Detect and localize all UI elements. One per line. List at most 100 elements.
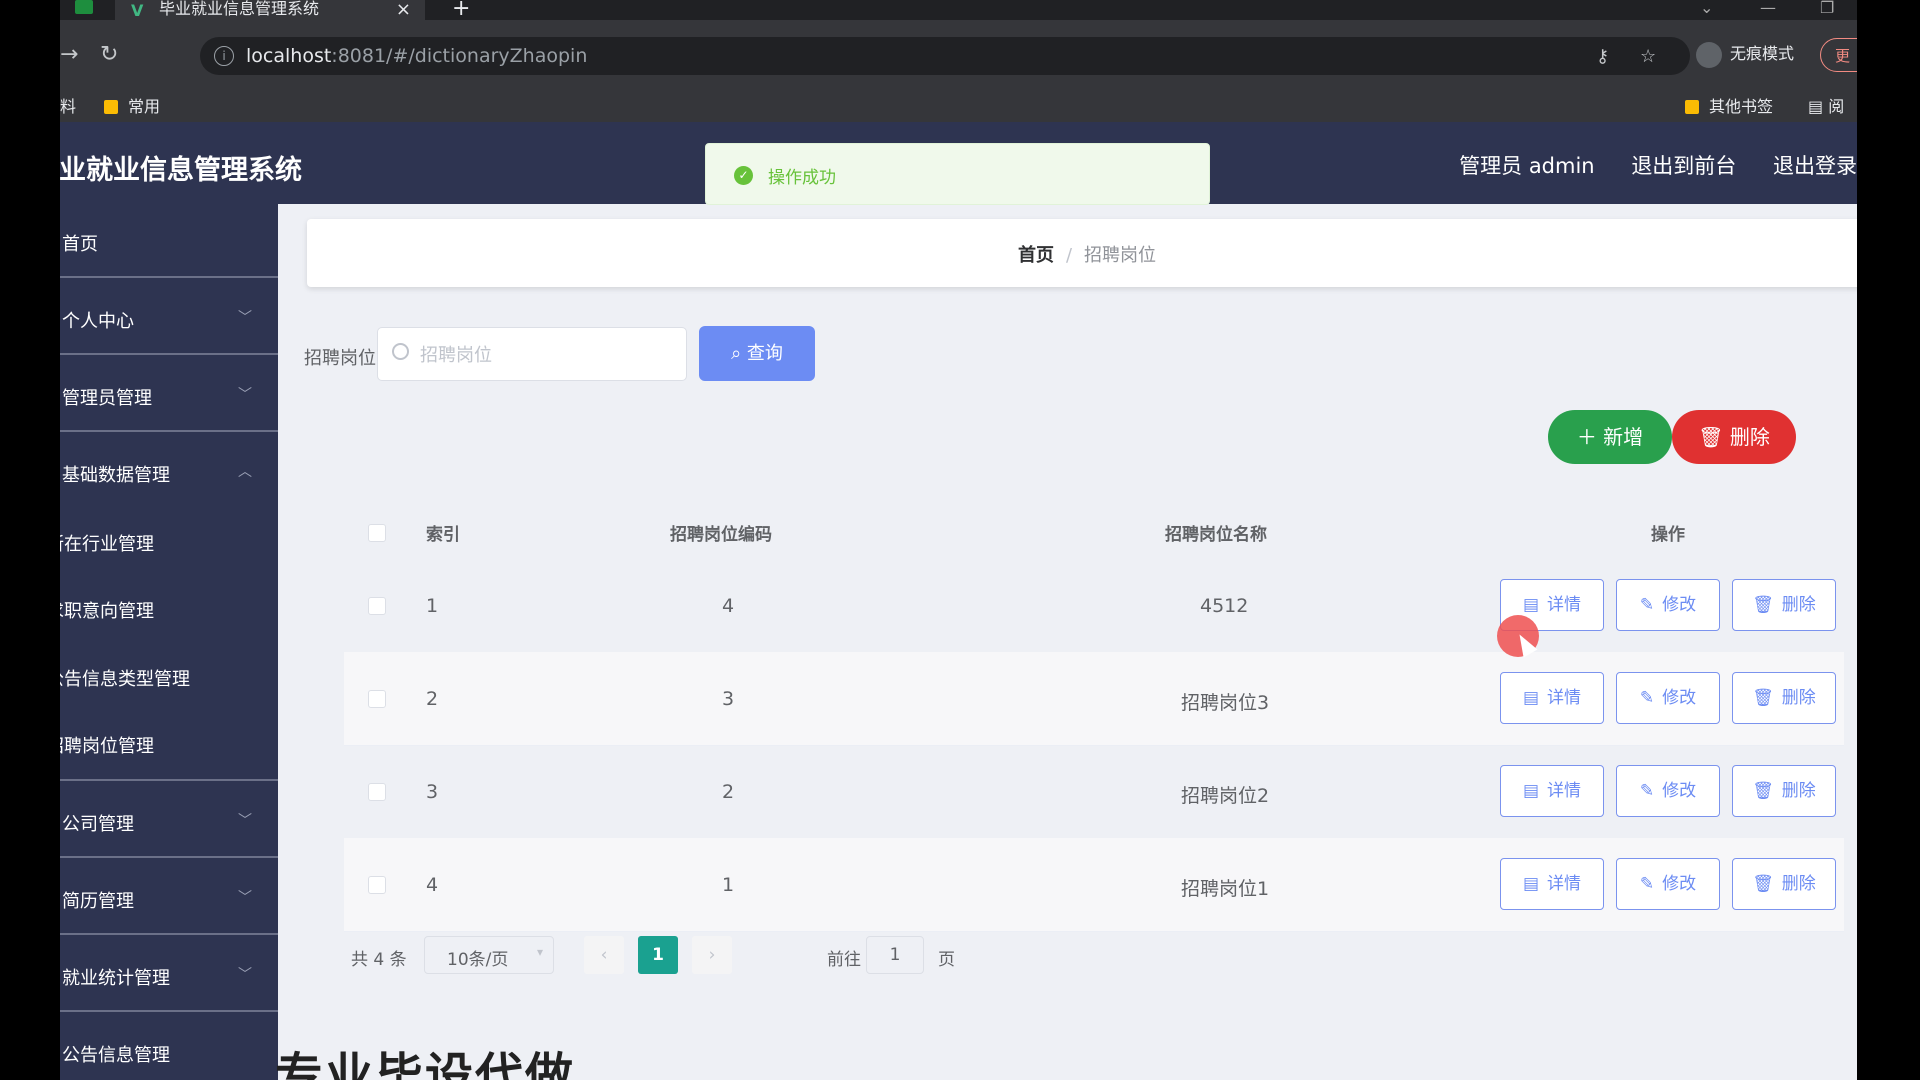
row-checkbox[interactable] bbox=[368, 690, 386, 708]
sidebar-item-home[interactable]: 首页 bbox=[60, 230, 278, 290]
sidebar-divider bbox=[60, 779, 278, 781]
sidebar-item-stats[interactable]: 就业统计管理 ﹀ bbox=[60, 964, 278, 1024]
update-button[interactable]: 更 bbox=[1820, 38, 1857, 72]
table-row: 3 2 招聘岗位2 ▤ 详情 ✎ 修改 🗑 删除 bbox=[344, 745, 1844, 839]
minimize-icon[interactable]: — bbox=[1760, 0, 1776, 17]
sidebar-sub-intention[interactable]: 求职意向管理 bbox=[60, 597, 154, 623]
header-index: 索引 bbox=[426, 525, 460, 545]
detail-button[interactable]: ▤ 详情 bbox=[1500, 765, 1604, 817]
app-title: 毕业就业信息管理系统 bbox=[60, 155, 302, 186]
sidebar-sub-notice-type[interactable]: 公告信息类型管理 bbox=[60, 665, 190, 691]
edit-button[interactable]: ✎ 修改 bbox=[1616, 579, 1720, 631]
omnibox[interactable]: i localhost:8081/#/dictionaryZhaopin ⚷ ☆ bbox=[200, 37, 1690, 75]
search-label: 招聘岗位 bbox=[304, 348, 376, 369]
sidebar-item-resume[interactable]: 简历管理 ﹀ bbox=[60, 887, 278, 947]
browser-tab[interactable]: V 毕业就业信息管理系统 × bbox=[115, 0, 425, 20]
check-circle-icon: ✓ bbox=[734, 166, 753, 185]
reading-list-icon: ▤ bbox=[1808, 97, 1829, 116]
page-size-select[interactable]: 10条/页 ▾ bbox=[424, 936, 554, 974]
delete-button[interactable]: 🗑 删除 bbox=[1732, 765, 1836, 817]
row-checkbox[interactable] bbox=[368, 783, 386, 801]
sidebar-divider bbox=[60, 353, 278, 355]
page-suffix: 页 bbox=[938, 950, 955, 970]
detail-button[interactable]: ▤ 详情 bbox=[1500, 858, 1604, 910]
detail-button[interactable]: ▤ 详情 bbox=[1500, 672, 1604, 724]
plus-icon: ＋ bbox=[1576, 425, 1604, 449]
batch-delete-button[interactable]: 🗑 删除 bbox=[1672, 410, 1796, 464]
page-number-current[interactable]: 1 bbox=[638, 936, 678, 974]
sidebar-divider bbox=[60, 933, 278, 935]
cell-code: 1 bbox=[722, 874, 735, 896]
chevron-down-icon: ﹀ bbox=[238, 813, 252, 829]
bookmark-star-icon[interactable]: ☆ bbox=[1640, 46, 1656, 67]
chevron-down-icon: ﹀ bbox=[238, 890, 252, 906]
header-ops: 操作 bbox=[1651, 525, 1685, 545]
edit-icon: ✎ bbox=[1639, 688, 1655, 708]
url-text[interactable]: localhost:8081/#/dictionaryZhaopin bbox=[246, 45, 587, 67]
main-content: 首页 / 招聘岗位 招聘岗位 ⌕ 查询 ＋ 新增 🗑 删除 索引 招聘岗位编码 招聘… bbox=[278, 204, 1857, 1080]
browser-window: V 毕业就业信息管理系统 × + ⌄ — ❐ → ↻ i localhost:8… bbox=[60, 0, 1857, 1080]
cell-index: 4 bbox=[426, 874, 439, 896]
site-info-icon[interactable]: i bbox=[214, 46, 234, 66]
document-icon: ▤ bbox=[1522, 595, 1540, 615]
prev-page-button[interactable]: ‹ bbox=[584, 936, 624, 974]
sidebar-divider bbox=[60, 1010, 278, 1012]
toast-message: 操作成功 bbox=[768, 168, 836, 188]
row-checkbox[interactable] bbox=[368, 876, 386, 894]
sidebar-divider bbox=[60, 276, 278, 278]
edit-button[interactable]: ✎ 修改 bbox=[1616, 765, 1720, 817]
sidebar-sub-position[interactable]: 招聘岗位管理 bbox=[60, 732, 154, 758]
sidebar-item-admins[interactable]: 管理员管理 ﹀ bbox=[60, 384, 278, 444]
delete-button[interactable]: 🗑 删除 bbox=[1732, 672, 1836, 724]
incognito-icon bbox=[1696, 41, 1722, 68]
sidebar-item-company[interactable]: 公司管理 ﹀ bbox=[60, 810, 278, 870]
chevron-down-icon: ﹀ bbox=[238, 387, 252, 403]
sidebar-item-basic-data[interactable]: 基础数据管理 ︿ bbox=[60, 461, 278, 521]
search-input-wrapper[interactable] bbox=[377, 327, 687, 381]
row-checkbox[interactable] bbox=[368, 597, 386, 615]
trash-icon: 🗑 bbox=[1752, 595, 1774, 615]
sidebar-sub-industry[interactable]: 所在行业管理 bbox=[60, 530, 154, 556]
cell-index: 1 bbox=[426, 595, 439, 617]
add-button[interactable]: ＋ 新增 bbox=[1548, 410, 1672, 464]
bookmark-common[interactable]: 常用 bbox=[104, 93, 160, 117]
header-links: 管理员 admin 退出到前台 退出登录 bbox=[1429, 150, 1857, 180]
goto-page-input[interactable]: 1 bbox=[866, 936, 924, 974]
delete-button[interactable]: 🗑 删除 bbox=[1732, 579, 1836, 631]
bookmark-partial[interactable]: 料 bbox=[60, 93, 76, 117]
breadcrumb-home[interactable]: 首页 bbox=[1018, 245, 1054, 266]
cell-code: 4 bbox=[722, 595, 735, 617]
search-input[interactable] bbox=[418, 340, 672, 370]
address-toolbar: → ↻ i localhost:8081/#/dictionaryZhaopin… bbox=[60, 20, 1857, 92]
tab-search-icon[interactable]: ⌄ bbox=[1700, 0, 1713, 17]
bookmark-other[interactable]: 其他书签 bbox=[1685, 93, 1773, 117]
close-tab-icon[interactable]: × bbox=[396, 0, 411, 20]
cell-name: 招聘岗位2 bbox=[1181, 785, 1270, 807]
next-page-button[interactable]: › bbox=[692, 936, 732, 974]
table-row: 4 1 招聘岗位1 ▤ 详情 ✎ 修改 🗑 删除 bbox=[344, 838, 1844, 932]
delete-button[interactable]: 🗑 删除 bbox=[1732, 858, 1836, 910]
restore-icon[interactable]: ❐ bbox=[1820, 0, 1834, 17]
bookmarks-bar: 料 常用 其他书签 ▤ 阅 bbox=[60, 86, 1857, 122]
reload-icon[interactable]: ↻ bbox=[100, 42, 118, 67]
chevron-down-icon: ▾ bbox=[536, 945, 543, 959]
select-all-checkbox[interactable] bbox=[368, 524, 386, 542]
cell-name: 4512 bbox=[1200, 595, 1249, 617]
trash-icon: 🗑 bbox=[1752, 874, 1774, 894]
to-front-link[interactable]: 退出到前台 bbox=[1631, 154, 1736, 178]
sheets-icon[interactable] bbox=[75, 0, 93, 14]
incognito-profile[interactable]: 无痕模式 bbox=[1696, 40, 1794, 68]
goto-label: 前往 bbox=[827, 950, 861, 970]
trash-icon: 🗑 bbox=[1698, 425, 1730, 449]
key-icon[interactable]: ⚷ bbox=[1596, 46, 1609, 67]
forward-icon[interactable]: → bbox=[60, 42, 78, 67]
sidebar-item-personal[interactable]: 个人中心 ﹀ bbox=[60, 307, 278, 367]
reading-list[interactable]: ▤ 阅 bbox=[1808, 93, 1844, 117]
logout-link[interactable]: 退出登录 bbox=[1773, 154, 1857, 178]
edit-button[interactable]: ✎ 修改 bbox=[1616, 672, 1720, 724]
document-icon: ▤ bbox=[1522, 781, 1540, 801]
query-button[interactable]: ⌕ 查询 bbox=[699, 326, 815, 381]
edit-button[interactable]: ✎ 修改 bbox=[1616, 858, 1720, 910]
sidebar-item-notice[interactable]: 公告信息管理 bbox=[60, 1041, 278, 1080]
new-tab-icon[interactable]: + bbox=[452, 0, 470, 21]
